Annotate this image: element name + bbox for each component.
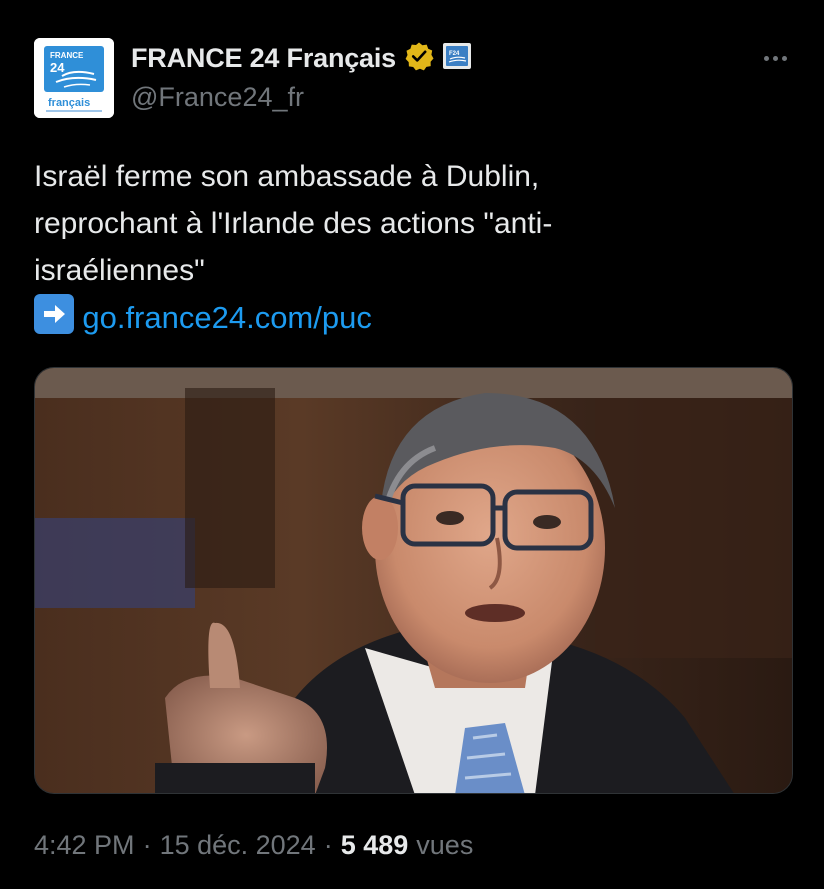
- more-options-button[interactable]: [758, 46, 792, 70]
- author-name-row: FRANCE 24 Français F24: [131, 40, 472, 76]
- verified-badge-icon[interactable]: [404, 41, 434, 76]
- tweet-link[interactable]: go.france24.com/puc: [82, 300, 372, 335]
- tweet-text: Israël ferme son ambassade à Dublin, rep…: [34, 153, 794, 342]
- more-dot-icon: [772, 55, 778, 61]
- tweet-date[interactable]: 15 déc. 2024: [160, 830, 316, 861]
- display-name[interactable]: FRANCE 24 Français: [131, 43, 396, 74]
- logo-text-24: 24: [50, 60, 65, 75]
- right-arrow-emoji-icon: [34, 294, 74, 334]
- views-label: vues: [416, 830, 474, 860]
- logo-text-france: FRANCE: [50, 51, 84, 60]
- tweet-text-line: Israël ferme son ambassade à Dublin,: [34, 160, 540, 193]
- avatar[interactable]: FRANCE 24 français: [34, 38, 114, 118]
- author-handle[interactable]: @France24_fr: [131, 82, 304, 113]
- more-dot-icon: [781, 55, 787, 61]
- svg-text:F24: F24: [449, 51, 460, 57]
- meta-separator: ·: [323, 830, 333, 860]
- tweet-text-line: israéliennes": [34, 254, 205, 287]
- logo-text-francais: français: [48, 97, 90, 109]
- views-count[interactable]: 5 489: [341, 830, 409, 861]
- tweet-link-row: go.france24.com/puc: [34, 294, 794, 342]
- meta-separator: ·: [142, 830, 152, 860]
- tweet-meta: 4:42 PM · 15 déc. 2024 · 5 489 vues: [34, 830, 473, 861]
- tweet-photo[interactable]: [34, 367, 793, 794]
- photo-image: [35, 368, 792, 793]
- tweet-time[interactable]: 4:42 PM: [34, 830, 135, 861]
- tweet: FRANCE 24 français FRANCE 24 Français F2…: [0, 0, 824, 889]
- tweet-text-line: reprochant à l'Irlande des actions "anti…: [34, 207, 553, 240]
- affiliate-badge-icon[interactable]: F24: [442, 41, 472, 76]
- more-dot-icon: [763, 55, 769, 61]
